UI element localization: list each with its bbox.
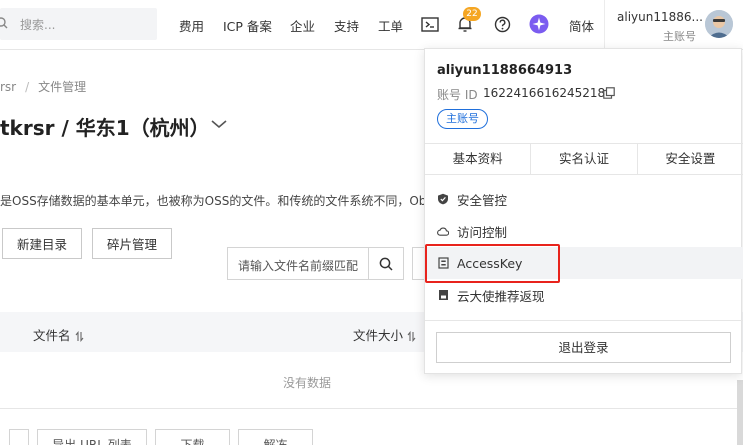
user-dropdown-menu: aliyun1188664913 账号 ID 1622416616245218 … bbox=[424, 48, 743, 374]
help-icon[interactable] bbox=[491, 13, 513, 35]
menu-item-label: 访问控制 bbox=[457, 224, 508, 240]
account-id-label: 账号 ID bbox=[437, 88, 478, 102]
menu-item-label: 云大使推荐返现 bbox=[457, 288, 545, 304]
breadcrumb: rsr / 文件管理 bbox=[0, 78, 86, 95]
column-header-filename[interactable]: 文件名 bbox=[33, 325, 84, 344]
menu-item-label: 安全管控 bbox=[457, 192, 508, 208]
nav-billing[interactable]: 费用 bbox=[179, 16, 204, 35]
account-type-tag: 主账号 bbox=[437, 109, 488, 129]
scrollbar[interactable] bbox=[737, 380, 743, 445]
nav-enterprise[interactable]: 企业 bbox=[290, 16, 315, 35]
tab-basic-info[interactable]: 基本资料 bbox=[425, 144, 532, 174]
user-menu-trigger[interactable]: aliyun11886... 主账号 bbox=[604, 0, 743, 50]
ai-assistant-icon[interactable] bbox=[528, 13, 550, 35]
account-id-value: 1622416616245218 bbox=[483, 86, 606, 100]
notification-badge: 22 bbox=[463, 7, 481, 21]
gift-icon bbox=[437, 289, 449, 301]
chevron-down-icon[interactable] bbox=[210, 118, 228, 130]
column-header-filesize[interactable]: 文件大小 bbox=[353, 325, 416, 344]
page-title: tkrsr / 华东1（杭州） bbox=[0, 116, 210, 140]
menu-item-label: AccessKey bbox=[457, 255, 523, 271]
terminal-icon[interactable] bbox=[419, 13, 441, 35]
key-icon bbox=[437, 257, 449, 269]
fragment-management-button[interactable]: 碎片管理 bbox=[92, 228, 172, 259]
restore-button[interactable]: 解冻 bbox=[238, 429, 313, 445]
breadcrumb-bucket[interactable]: rsr bbox=[0, 80, 16, 94]
batch-action-button[interactable] bbox=[9, 429, 29, 445]
export-url-list-button[interactable]: 导出 URL 列表 bbox=[37, 429, 147, 445]
download-button[interactable]: 下载 bbox=[155, 429, 230, 445]
account-tabs: 基本资料 实名认证 安全设置 bbox=[425, 143, 743, 175]
nav-icp[interactable]: ICP 备案 bbox=[223, 16, 272, 35]
breadcrumb-current: 文件管理 bbox=[38, 80, 87, 94]
search-icon bbox=[0, 17, 8, 29]
tab-security-settings[interactable]: 安全设置 bbox=[638, 144, 743, 174]
menu-item-security-control[interactable]: 安全管控 bbox=[425, 183, 743, 215]
sort-icon[interactable] bbox=[75, 331, 84, 342]
menu-item-ambassador-rebate[interactable]: 云大使推荐返现 bbox=[425, 279, 743, 311]
avatar[interactable] bbox=[705, 10, 733, 38]
logout-button[interactable]: 退出登录 bbox=[436, 332, 731, 363]
new-directory-button[interactable]: 新建目录 bbox=[2, 228, 82, 259]
menu-item-accesskey[interactable]: AccessKey bbox=[425, 247, 743, 279]
shield-icon bbox=[437, 193, 449, 205]
sort-icon[interactable] bbox=[407, 331, 416, 342]
filename-filter-input[interactable]: 请输入文件名前缀匹配 bbox=[227, 247, 369, 280]
user-name: aliyun11886... bbox=[617, 10, 703, 24]
nav-ticket[interactable]: 工单 bbox=[378, 16, 403, 35]
table-divider bbox=[0, 408, 743, 409]
filter-search-button[interactable] bbox=[368, 247, 404, 280]
language-switch[interactable]: 简体 bbox=[569, 16, 594, 35]
top-bar: 搜索... 费用 ICP 备案 企业 支持 工单 22 简体 aliyun118… bbox=[0, 0, 743, 50]
search-placeholder: 搜索... bbox=[20, 18, 56, 32]
dropdown-divider bbox=[425, 320, 743, 321]
tab-real-name[interactable]: 实名认证 bbox=[531, 144, 638, 174]
menu-item-access-control[interactable]: 访问控制 bbox=[425, 215, 743, 247]
object-description: 是OSS存储数据的基本单元，也被称为OSS的文件。和传统的文件系统不同，Obje… bbox=[0, 194, 444, 208]
empty-state-text: 没有数据 bbox=[283, 376, 332, 390]
search-icon bbox=[379, 257, 393, 271]
breadcrumb-separator: / bbox=[25, 80, 30, 94]
cloud-icon bbox=[437, 225, 449, 237]
nav-support[interactable]: 支持 bbox=[334, 16, 359, 35]
user-role: 主账号 bbox=[663, 30, 696, 43]
account-name: aliyun1188664913 bbox=[437, 63, 573, 78]
global-search[interactable]: 搜索... bbox=[0, 8, 157, 40]
copy-icon[interactable] bbox=[603, 87, 615, 99]
